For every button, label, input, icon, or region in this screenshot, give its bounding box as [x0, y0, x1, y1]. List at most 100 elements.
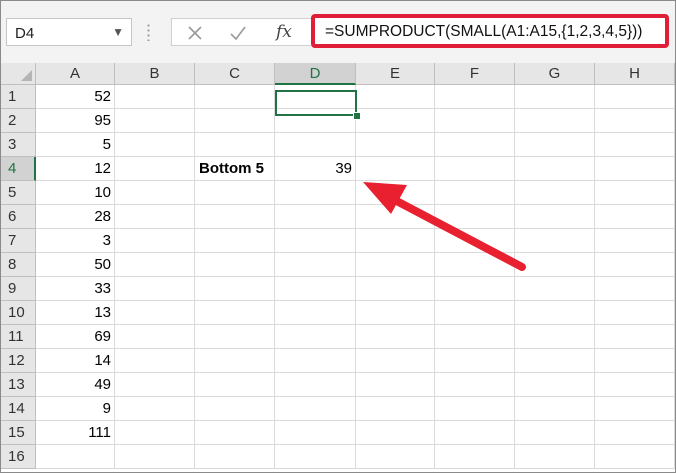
cell-b10[interactable]	[115, 301, 195, 325]
cell-a10[interactable]: 13	[36, 301, 115, 325]
cell-d12[interactable]	[275, 349, 356, 373]
row-header-13[interactable]: 13	[1, 373, 36, 397]
row-header-9[interactable]: 9	[1, 277, 36, 301]
cell-a7[interactable]: 3	[36, 229, 115, 253]
cell-c7[interactable]	[195, 229, 275, 253]
cell-a3[interactable]: 5	[36, 133, 115, 157]
row-header-2[interactable]: 2	[1, 109, 36, 133]
cell-h4[interactable]	[595, 157, 675, 181]
cell-e2[interactable]	[356, 109, 435, 133]
cell-f3[interactable]	[435, 133, 515, 157]
cell-h16[interactable]	[595, 445, 675, 469]
cell-f9[interactable]	[435, 277, 515, 301]
cell-d11[interactable]	[275, 325, 356, 349]
cell-h2[interactable]	[595, 109, 675, 133]
cell-b9[interactable]	[115, 277, 195, 301]
fx-icon[interactable]: fx	[276, 22, 292, 42]
cell-c2[interactable]	[195, 109, 275, 133]
cell-f2[interactable]	[435, 109, 515, 133]
cell-d15[interactable]	[275, 421, 356, 445]
cell-h14[interactable]	[595, 397, 675, 421]
cell-e5[interactable]	[356, 181, 435, 205]
cell-d9[interactable]	[275, 277, 356, 301]
cell-b8[interactable]	[115, 253, 195, 277]
cell-a11[interactable]: 69	[36, 325, 115, 349]
cell-e11[interactable]	[356, 325, 435, 349]
cell-e9[interactable]	[356, 277, 435, 301]
cell-h11[interactable]	[595, 325, 675, 349]
cell-h9[interactable]	[595, 277, 675, 301]
column-header-e[interactable]: E	[356, 63, 435, 85]
column-header-c[interactable]: C	[195, 63, 275, 85]
cell-d14[interactable]	[275, 397, 356, 421]
cell-g10[interactable]	[515, 301, 595, 325]
cell-f12[interactable]	[435, 349, 515, 373]
cell-g5[interactable]	[515, 181, 595, 205]
name-box[interactable]: D4 ▼	[6, 18, 132, 46]
cell-a1[interactable]: 52	[36, 85, 115, 109]
cell-d10[interactable]	[275, 301, 356, 325]
cell-f8[interactable]	[435, 253, 515, 277]
row-header-10[interactable]: 10	[1, 301, 36, 325]
cell-c10[interactable]	[195, 301, 275, 325]
cell-c3[interactable]	[195, 133, 275, 157]
cell-a14[interactable]: 9	[36, 397, 115, 421]
cell-b16[interactable]	[115, 445, 195, 469]
close-icon[interactable]	[187, 25, 203, 46]
cell-e15[interactable]	[356, 421, 435, 445]
cell-c13[interactable]	[195, 373, 275, 397]
cell-f16[interactable]	[435, 445, 515, 469]
cell-g2[interactable]	[515, 109, 595, 133]
row-header-8[interactable]: 8	[1, 253, 36, 277]
cell-f1[interactable]	[435, 85, 515, 109]
cell-c15[interactable]	[195, 421, 275, 445]
cell-b3[interactable]	[115, 133, 195, 157]
cell-e14[interactable]	[356, 397, 435, 421]
cell-g7[interactable]	[515, 229, 595, 253]
cell-h6[interactable]	[595, 205, 675, 229]
cell-d3[interactable]	[275, 133, 356, 157]
row-header-5[interactable]: 5	[1, 181, 36, 205]
cell-g4[interactable]	[515, 157, 595, 181]
cell-h5[interactable]	[595, 181, 675, 205]
cell-b13[interactable]	[115, 373, 195, 397]
row-header-16[interactable]: 16	[1, 445, 36, 469]
cell-e7[interactable]	[356, 229, 435, 253]
cell-f15[interactable]	[435, 421, 515, 445]
column-header-b[interactable]: B	[115, 63, 195, 85]
cell-b4[interactable]	[115, 157, 195, 181]
cell-b11[interactable]	[115, 325, 195, 349]
cell-c6[interactable]	[195, 205, 275, 229]
column-header-h[interactable]: H	[595, 63, 675, 85]
column-header-a[interactable]: A	[36, 63, 115, 85]
cell-f4[interactable]	[435, 157, 515, 181]
fill-handle[interactable]	[353, 112, 361, 120]
cell-a4[interactable]: 12	[36, 157, 115, 181]
check-icon[interactable]	[229, 25, 247, 46]
cell-g12[interactable]	[515, 349, 595, 373]
cell-a9[interactable]: 33	[36, 277, 115, 301]
cell-c16[interactable]	[195, 445, 275, 469]
cell-d8[interactable]	[275, 253, 356, 277]
cell-h10[interactable]	[595, 301, 675, 325]
formula-input[interactable]: =SUMPRODUCT(SMALL(A1:A15,{1,2,3,4,5}))	[311, 14, 669, 48]
cell-c11[interactable]	[195, 325, 275, 349]
cell-e13[interactable]	[356, 373, 435, 397]
cell-g15[interactable]	[515, 421, 595, 445]
select-all-button[interactable]	[1, 63, 36, 85]
cell-g14[interactable]	[515, 397, 595, 421]
cell-g3[interactable]	[515, 133, 595, 157]
cell-d6[interactable]	[275, 205, 356, 229]
cell-e8[interactable]	[356, 253, 435, 277]
cell-g11[interactable]	[515, 325, 595, 349]
cell-b15[interactable]	[115, 421, 195, 445]
cell-c8[interactable]	[195, 253, 275, 277]
cell-e3[interactable]	[356, 133, 435, 157]
cell-f6[interactable]	[435, 205, 515, 229]
cell-h1[interactable]	[595, 85, 675, 109]
cell-d2[interactable]	[275, 109, 356, 133]
cell-c4[interactable]: Bottom 5	[195, 157, 275, 181]
cell-a12[interactable]: 14	[36, 349, 115, 373]
cell-a2[interactable]: 95	[36, 109, 115, 133]
cell-h15[interactable]	[595, 421, 675, 445]
